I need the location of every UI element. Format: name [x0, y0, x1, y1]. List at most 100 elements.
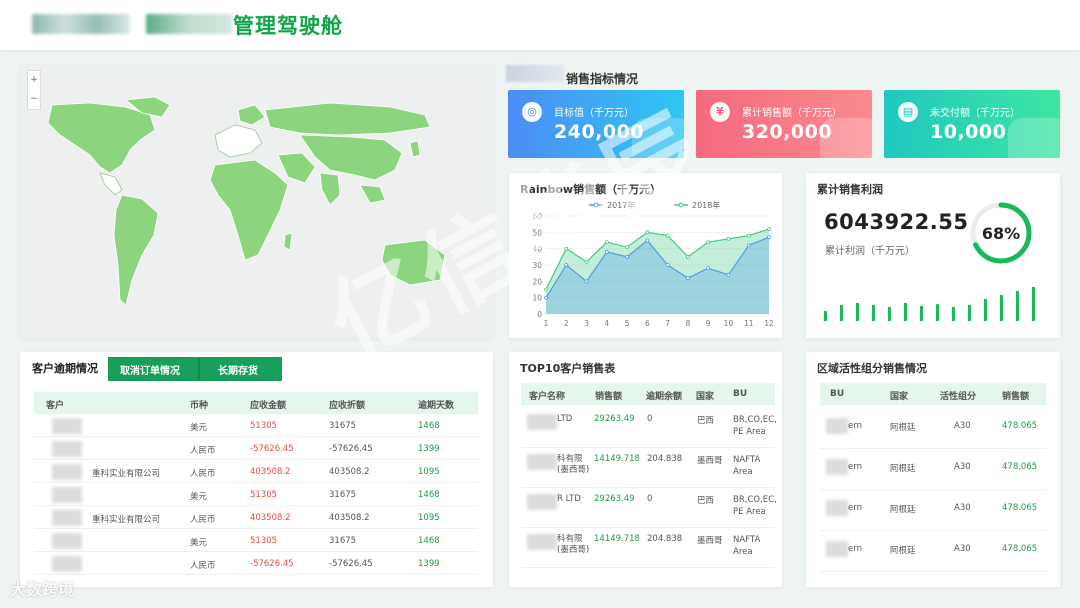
col-overdue-balance: 逾期余额 [646, 392, 683, 402]
profit-bar [920, 305, 923, 321]
table-row[interactable]: 人民币 -57626.45 -57626.45 1399 [34, 437, 478, 460]
data-point[interactable] [706, 266, 711, 271]
bu-cell: ern [848, 421, 862, 431]
customer-name-blurred [527, 534, 557, 550]
southeast-asia [359, 184, 386, 204]
converted-cell: 31675 [329, 490, 357, 500]
tab-long-term-stock[interactable]: 长期存货 [218, 362, 258, 377]
country-cell: 巴西 [697, 496, 715, 506]
receivable-cell: 51305 [250, 421, 278, 431]
data-point[interactable] [665, 233, 670, 238]
kpi-card-undelivered[interactable]: ▤ 未交付额（千万元） 10,000 [884, 90, 1060, 158]
component-cell: A30 [954, 462, 971, 472]
page-title: 管理驾驶舱 [233, 14, 343, 38]
table-row[interactable]: ern 阿根廷 A30 478.065 [820, 490, 1046, 531]
table-row[interactable]: ern 阿根廷 A30 478.065 [820, 531, 1046, 572]
table-row[interactable]: 美元 51305 31675 1468 [34, 483, 478, 506]
zoom-in-button[interactable]: + [28, 71, 40, 90]
bu-name-blurred [826, 500, 848, 516]
table-row[interactable]: ern 阿根廷 A30 478.065 [820, 449, 1046, 490]
overdue-days-cell: 1095 [418, 467, 440, 477]
data-point[interactable] [564, 263, 569, 267]
col-receivable: 应收金额 [250, 401, 287, 411]
kpi-card-sales[interactable]: ¥ 累计销售额（千万元） 320,000 [696, 90, 872, 158]
table-row[interactable]: R LTD 29263.49 0 巴西 BR,CO,EC, PE Area [521, 488, 777, 528]
table-row[interactable]: 重科实业有限公司 人民币 403508.2 403508.2 1095 [34, 460, 478, 483]
data-point[interactable] [604, 240, 609, 245]
kpi-card-target[interactable]: ◎ 目标值（千万元） 240,000 [508, 90, 684, 158]
table-row[interactable]: LTD 29263.49 0 巴西 BR,CO,EC, PE Area [521, 408, 777, 448]
kpi-label: 目标值（千万元） [554, 108, 634, 119]
data-point[interactable] [726, 272, 731, 277]
currency-cell: 人民币 [190, 515, 216, 525]
tab-divider [198, 358, 200, 380]
profit-bar-sparkline [824, 287, 1035, 321]
data-point[interactable] [584, 259, 589, 264]
table-row[interactable]: 美元 51305 31675 1468 [34, 414, 478, 437]
overdue-balance-cell: 0 [647, 414, 653, 424]
customer-name-blurred [527, 454, 557, 470]
legend-label: 2017年 [607, 200, 635, 210]
data-point[interactable] [726, 236, 731, 241]
data-point[interactable] [645, 238, 650, 243]
profit-bar [856, 303, 859, 321]
col-converted: 应收折额 [329, 401, 366, 411]
data-point[interactable] [686, 276, 690, 280]
table-row[interactable]: 重科实业有限公司 人民币 403508.2 403508.2 1095 [34, 506, 478, 529]
kpi-section-title: 销售指标情况 [566, 72, 639, 86]
tab-cancelled-orders[interactable]: 取消订单情况 [120, 362, 180, 377]
kpi-label: 未交付额（千万元） [930, 108, 1020, 119]
table-row[interactable]: ern 阿根廷 A30 478.065 [820, 408, 1046, 449]
col-overdue-days: 逾期天数 [418, 401, 455, 411]
rainbow-area-chart[interactable]: 01020304050601 2 3 4 5 6 7 8 9 10 11 122017年 2018年 [509, 173, 782, 338]
customer-name: 重科实业有限公司 [92, 469, 161, 479]
col-sales: 销售额 [595, 392, 623, 402]
company-logo-blurred [32, 14, 130, 34]
profit-bar [1016, 291, 1019, 321]
table-row[interactable]: 科有限 (墨西哥) 14149.718 204.838 墨西哥 NAFTA Area [521, 448, 775, 488]
profit-value: 6043922.55 [824, 210, 969, 234]
customer-name: 科有限 (墨西哥) [557, 534, 590, 555]
col-active-component: 活性组分 [940, 392, 977, 402]
profit-bar [952, 307, 955, 321]
country-cell: 阿根廷 [890, 464, 916, 474]
data-point[interactable] [625, 245, 629, 249]
sales-cell: 29263.49 [594, 414, 635, 424]
profit-bar [824, 311, 827, 321]
data-point[interactable] [686, 254, 690, 259]
bu-title: 区域活性组分销售情况 [817, 362, 927, 375]
data-point[interactable] [584, 279, 589, 284]
data-point[interactable] [767, 227, 771, 231]
table-row[interactable]: 美元 51305 31675 1468 [34, 529, 478, 552]
data-point[interactable] [564, 246, 569, 251]
table-row[interactable]: 人民币 -57626.45 -57626.45 1399 [34, 552, 478, 575]
data-point[interactable] [767, 235, 771, 240]
overdue-days-cell: 1399 [418, 559, 440, 569]
data-point[interactable] [604, 250, 609, 254]
table-row[interactable]: 科有限 (墨西哥) 14149.718 204.838 墨西哥 NAFTA Area [521, 528, 775, 568]
data-point[interactable] [706, 240, 711, 245]
target-icon: ◎ [522, 102, 542, 122]
data-point[interactable] [625, 254, 629, 259]
bu-cell: BR,CO,EC, PE Area [733, 495, 777, 517]
data-point[interactable] [746, 233, 751, 238]
sales-cell: 478.065 [1002, 503, 1038, 513]
overdue-balance-cell: 204.838 [647, 454, 683, 464]
customer-name-blurred [527, 414, 557, 430]
data-point[interactable] [645, 230, 650, 235]
kpi-label: 累计销售额（千万元） [742, 108, 842, 119]
tab-customer-overdue[interactable]: 客户逾期情况 [32, 360, 98, 376]
data-point[interactable] [665, 263, 670, 267]
overdue-days-cell: 1399 [418, 444, 440, 454]
data-point[interactable] [544, 295, 548, 300]
profit-bar [1000, 295, 1003, 321]
world-map[interactable] [30, 95, 480, 330]
col-customer-name: 客户名称 [529, 392, 566, 402]
y-tick-label: 30 [532, 261, 542, 270]
x-tick-label: 4 [604, 319, 609, 328]
currency-cell: 人民币 [190, 446, 216, 456]
converted-cell: -57626.45 [329, 444, 373, 454]
data-point[interactable] [746, 243, 751, 248]
legend-marker [593, 202, 599, 208]
data-point[interactable] [544, 287, 548, 292]
